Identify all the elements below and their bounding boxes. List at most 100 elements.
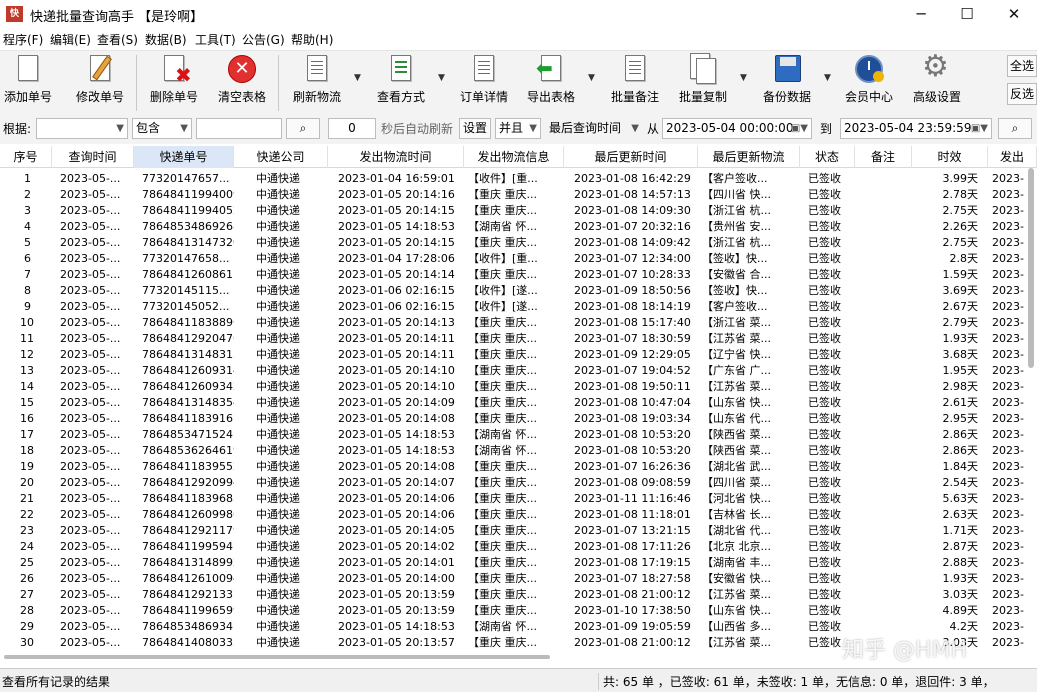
- menu-bar: 程序(F) 编辑(E) 查看(S) 数据(B) 工具(T) 公告(G) 帮助(H…: [0, 30, 1037, 48]
- cell-col-last-update-time: 2023-01-08 17:19:15: [574, 556, 691, 569]
- add-number-button[interactable]: 添加单号: [2, 53, 54, 105]
- cell-col-ship-time: 2023-01-05 20:14:11: [338, 332, 455, 345]
- header-col-courier[interactable]: 快递公司: [234, 146, 328, 168]
- table-row[interactable]: 1 2023-05-... 77320147657... 中通快递 2023-01-04…: [0, 171, 1037, 187]
- menu-tools[interactable]: 工具(T): [195, 31, 236, 48]
- close-button[interactable]: ✕: [991, 0, 1037, 30]
- results-table[interactable]: 序号 查询时间 快递单号 快递公司 发出物流时间 发出物流信息 最后更新时间 最后更新物流 状态…: [0, 146, 1037, 656]
- clear-table-button[interactable]: ✕ 清空表格: [214, 53, 270, 105]
- menu-edit[interactable]: 编辑(E): [50, 31, 91, 48]
- menu-help[interactable]: 帮助(H): [291, 31, 333, 48]
- table-row[interactable]: 3 2023-05-... 78648411994052 中通快递 2023-01-05…: [0, 203, 1037, 219]
- member-center-button[interactable]: 会员中心: [840, 53, 898, 105]
- cell-col-ship-info: 【重庆 重庆...: [468, 540, 537, 553]
- date-search-button[interactable]: ⌕: [998, 118, 1032, 139]
- table-row[interactable]: 20 2023-05-... 78648412920994 中通快递 2023-01-0…: [0, 475, 1037, 491]
- table-row[interactable]: 27 2023-05-... 78648412921337 中通快递 2023-01-0…: [0, 587, 1037, 603]
- backup-data-button[interactable]: 备份数据: [758, 53, 816, 105]
- table-row[interactable]: 21 2023-05-... 78648411839685 中通快递 2023-01-0…: [0, 491, 1037, 507]
- cell-col-ship-time: 2023-01-05 20:14:14: [338, 268, 455, 281]
- export-table-button[interactable]: ⬅ 导出表格: [522, 53, 580, 105]
- table-row[interactable]: 17 2023-05-... 78648534715241 中通快递 2023-01-0…: [0, 427, 1037, 443]
- refresh-settings-button[interactable]: 设置: [459, 118, 491, 139]
- table-row[interactable]: 19 2023-05-... 78648411839552 中通快递 2023-01-0…: [0, 459, 1037, 475]
- table-row[interactable]: 8 2023-05-... 77320145115... 中通快递 2023-01-06…: [0, 283, 1037, 299]
- delete-number-button[interactable]: ✖ 删除单号: [146, 53, 202, 105]
- table-row[interactable]: 2 2023-05-... 78648411994009 中通快递 2023-01-05…: [0, 187, 1037, 203]
- from-date-picker[interactable]: 2023-05-04 00:00:00 ▣▼: [662, 118, 812, 139]
- table-row[interactable]: 16 2023-05-... 78648411839167 中通快递 2023-01-0…: [0, 411, 1037, 427]
- table-row[interactable]: 9 2023-05-... 77320145052... 中通快递 2023-01-06…: [0, 299, 1037, 315]
- header-col-note[interactable]: 备注: [855, 146, 912, 168]
- table-row[interactable]: 23 2023-05-... 78648412921179 中通快递 2023-01-0…: [0, 523, 1037, 539]
- refresh-logistics-button[interactable]: 刷新物流: [288, 53, 346, 105]
- logic-select[interactable]: 并且 ▼: [495, 118, 541, 139]
- table-row[interactable]: 14 2023-05-... 78648412609342 中通快递 2023-01-0…: [0, 379, 1037, 395]
- maximize-button[interactable]: ☐: [944, 0, 990, 30]
- cell-col-index: 19: [20, 460, 34, 473]
- cell-col-duration: 2.79天: [942, 316, 979, 329]
- cell-col-index: 4: [24, 220, 31, 233]
- advanced-settings-button[interactable]: ⚙ 高级设置: [908, 51, 966, 105]
- header-col-tracking-number[interactable]: 快递单号: [134, 146, 234, 168]
- to-date-picker[interactable]: 2023-05-04 23:59:59 ▣▼: [840, 118, 992, 139]
- table-row[interactable]: 24 2023-05-... 78648411995947 中通快递 2023-01-0…: [0, 539, 1037, 555]
- menu-view[interactable]: 查看(S): [97, 31, 138, 48]
- edit-number-button[interactable]: 修改单号: [72, 53, 128, 105]
- cell-col-ship-info: 【湖南省 怀...: [468, 444, 537, 457]
- time-field-select[interactable]: 最后查询时间 ▼: [545, 118, 643, 139]
- batch-note-button[interactable]: 批量备注: [606, 53, 664, 105]
- cell-col-last-update-info: 【浙江省 杭...: [702, 236, 771, 249]
- table-row[interactable]: 18 2023-05-... 78648536264619 中通快递 2023-01-0…: [0, 443, 1037, 459]
- table-row[interactable]: 22 2023-05-... 78648412609986 中通快递 2023-01-0…: [0, 507, 1037, 523]
- table-row[interactable]: 5 2023-05-... 78648413147320 中通快递 2023-01-05…: [0, 235, 1037, 251]
- cell-col-note: [855, 299, 912, 315]
- cell-col-status: 已签收: [808, 604, 841, 617]
- table-row[interactable]: 11 2023-05-... 78648412920476 中通快递 2023-01-0…: [0, 331, 1037, 347]
- header-col-last-update-time[interactable]: 最后更新时间: [564, 146, 698, 168]
- header-col-query-time[interactable]: 查询时间: [52, 146, 134, 168]
- vertical-scrollbar[interactable]: [1028, 168, 1034, 368]
- table-row[interactable]: 15 2023-05-... 78648413148354 中通快递 2023-01-0…: [0, 395, 1037, 411]
- view-mode-button[interactable]: 查看方式: [372, 53, 430, 105]
- filter-field-select[interactable]: ▼: [36, 118, 128, 139]
- refresh-seconds-input[interactable]: 0: [328, 118, 376, 139]
- match-mode-select[interactable]: 包含 ▼: [132, 118, 192, 139]
- cell-col-status: 已签收: [808, 284, 841, 297]
- table-row[interactable]: 10 2023-05-... 78648411838896 中通快递 2023-01-0…: [0, 315, 1037, 331]
- menu-data[interactable]: 数据(B): [145, 31, 187, 48]
- table-row[interactable]: 7 2023-05-... 78648412608611 中通快递 2023-01-05…: [0, 267, 1037, 283]
- view-dropdown-icon[interactable]: ▼: [438, 73, 445, 83]
- calendar-dropdown-icon: ▣▼: [790, 123, 808, 134]
- table-row[interactable]: 12 2023-05-... 78648413148313 中通快递 2023-01-0…: [0, 347, 1037, 363]
- header-col-last-update-info[interactable]: 最后更新物流: [698, 146, 800, 168]
- header-col-status[interactable]: 状态: [800, 146, 855, 168]
- invert-selection-button[interactable]: 反选: [1007, 83, 1037, 105]
- backup-dropdown-icon[interactable]: ▼: [824, 73, 831, 83]
- table-row[interactable]: 13 2023-05-... 78648412609314 中通快递 2023-01-0…: [0, 363, 1037, 379]
- cell-col-last-update-time: 2023-01-08 17:11:26: [574, 540, 691, 553]
- table-row[interactable]: 4 2023-05-... 78648534869268 中通快递 2023-01-05…: [0, 219, 1037, 235]
- header-col-ship-extra[interactable]: 发出: [988, 146, 1037, 168]
- export-arrow-icon: ⬅: [536, 53, 566, 85]
- order-detail-button[interactable]: 订单详情: [456, 53, 512, 105]
- minimize-button[interactable]: ─: [898, 0, 944, 30]
- table-row[interactable]: 28 2023-05-... 78648411996599 中通快递 2023-01-0…: [0, 603, 1037, 619]
- export-dropdown-icon[interactable]: ▼: [588, 73, 595, 83]
- header-col-ship-time[interactable]: 发出物流时间: [328, 146, 464, 168]
- header-col-duration[interactable]: 时效: [912, 146, 988, 168]
- header-col-ship-info[interactable]: 发出物流信息: [464, 146, 564, 168]
- horizontal-scrollbar[interactable]: [4, 655, 550, 659]
- refresh-dropdown-icon[interactable]: ▼: [354, 73, 361, 83]
- keyword-input[interactable]: [196, 118, 282, 139]
- table-row[interactable]: 26 2023-05-... 78648412610094 中通快递 2023-01-0…: [0, 571, 1037, 587]
- batch-copy-button[interactable]: 批量复制: [674, 53, 732, 105]
- table-row[interactable]: 6 2023-05-... 77320147658... 中通快递 2023-01-04…: [0, 251, 1037, 267]
- select-all-button[interactable]: 全选: [1007, 55, 1037, 77]
- table-row[interactable]: 25 2023-05-... 78648413148992 中通快递 2023-01-0…: [0, 555, 1037, 571]
- menu-program[interactable]: 程序(F): [3, 31, 43, 48]
- search-button[interactable]: ⌕: [286, 118, 320, 139]
- header-col-index[interactable]: 序号: [0, 146, 52, 168]
- menu-notice[interactable]: 公告(G): [242, 31, 285, 48]
- copy-dropdown-icon[interactable]: ▼: [740, 73, 747, 83]
